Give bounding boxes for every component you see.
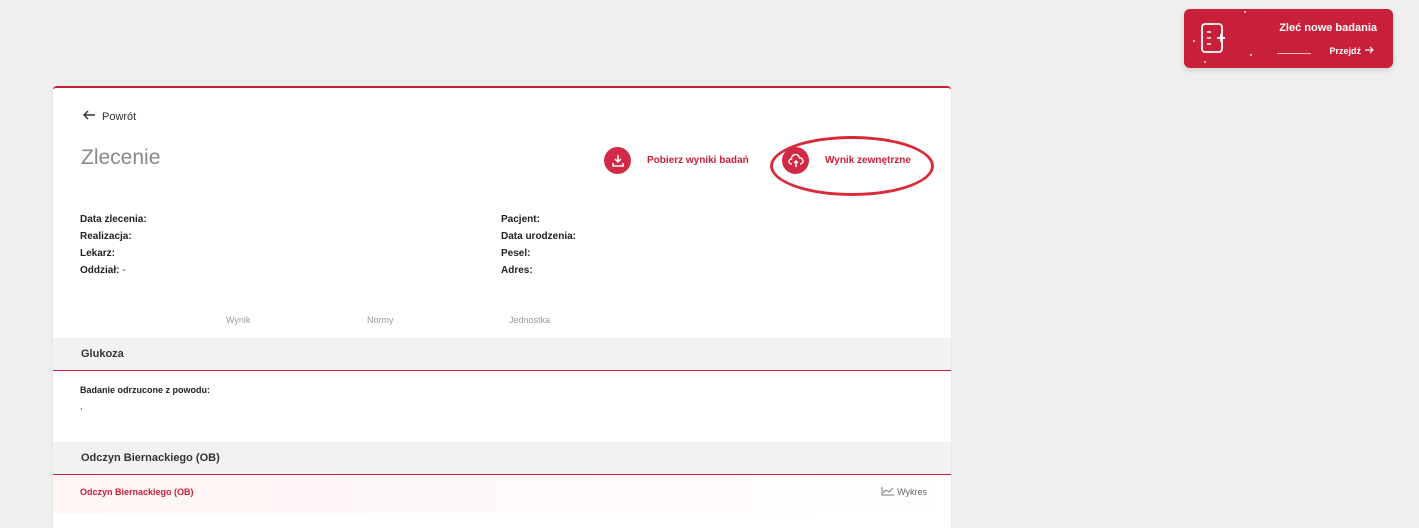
page-title: Zlecenie <box>81 146 161 169</box>
rejected-reason-value: , <box>80 401 83 411</box>
info-row-pesel: Pesel: <box>501 245 576 262</box>
test-name: Odczyn Biernackiego (OB) <box>80 487 194 497</box>
order-details-card: Powrót Zlecenie Pobierz wyniki badań Wyn… <box>53 86 951 528</box>
section-title: Glukoza <box>81 348 124 360</box>
section-header-glukoza: Glukoza <box>53 338 951 371</box>
back-link[interactable]: Powrót <box>82 110 136 123</box>
info-row-address: Adres: <box>501 262 576 279</box>
new-order-promo-card[interactable]: Zleć nowe badania Przejdź <box>1184 9 1393 68</box>
decor-dot <box>1193 40 1195 42</box>
document-plus-icon <box>1200 22 1230 56</box>
info-row-birth-date: Data urodzenia: <box>501 228 576 245</box>
info-value: - <box>119 265 126 276</box>
arrow-right-icon <box>1365 46 1375 56</box>
chart-link-label: Wykres <box>897 487 927 497</box>
decor-dot <box>1250 54 1252 56</box>
column-header-result: Wynik <box>226 315 251 325</box>
decor-dot <box>1244 11 1246 13</box>
external-results-label: Wynik zewnętrzne <box>825 155 911 166</box>
info-row-realization: Realizacja: <box>80 228 147 245</box>
info-label: Pacjent: <box>501 214 540 225</box>
column-header-norms: Normy <box>367 315 394 325</box>
order-info-left: Data zlecenia: Realizacja: Lekarz: Oddzi… <box>80 211 147 279</box>
order-info-right: Pacjent: Data urodzenia: Pesel: Adres: <box>501 211 576 279</box>
promo-divider <box>1277 53 1311 54</box>
section-header-ob: Odczyn Biernackiego (OB) <box>53 442 951 475</box>
info-label: Data zlecenia: <box>80 214 147 225</box>
back-label: Powrót <box>102 110 137 123</box>
info-row-order-date: Data zlecenia: <box>80 211 147 228</box>
info-label: Realizacja: <box>80 231 132 242</box>
chart-line-icon <box>881 486 895 498</box>
arrow-left-icon <box>82 108 96 123</box>
info-row-doctor: Lekarz: <box>80 245 147 262</box>
info-row-patient: Pacjent: <box>501 211 576 228</box>
column-header-unit: Jednostka <box>509 315 551 325</box>
external-results-button[interactable]: Wynik zewnętrzne <box>782 147 911 174</box>
decor-dot <box>1204 61 1206 63</box>
info-row-department: Oddział: - <box>80 262 147 279</box>
promo-go-link[interactable]: Przejdź <box>1329 46 1375 56</box>
download-results-button[interactable]: Pobierz wyniki badań <box>604 147 749 174</box>
info-label: Data urodzenia: <box>501 231 577 242</box>
promo-title: Zleć nowe badania <box>1279 22 1377 34</box>
section-title: Odczyn Biernackiego (OB) <box>81 452 220 464</box>
info-label: Adres: <box>501 265 533 276</box>
info-label: Lekarz: <box>80 248 116 259</box>
download-icon <box>604 147 631 174</box>
promo-go-label: Przejdź <box>1329 46 1361 56</box>
cloud-icon <box>782 147 809 174</box>
download-results-label: Pobierz wyniki badań <box>647 155 749 166</box>
chart-link[interactable]: Wykres <box>881 486 927 498</box>
rejected-reason-label: Badanie odrzucone z powodu: <box>80 385 210 395</box>
info-label: Oddział: <box>80 265 120 276</box>
info-label: Pesel: <box>501 248 531 259</box>
table-row[interactable]: Odczyn Biernackiego (OB) Wykres <box>53 475 951 513</box>
